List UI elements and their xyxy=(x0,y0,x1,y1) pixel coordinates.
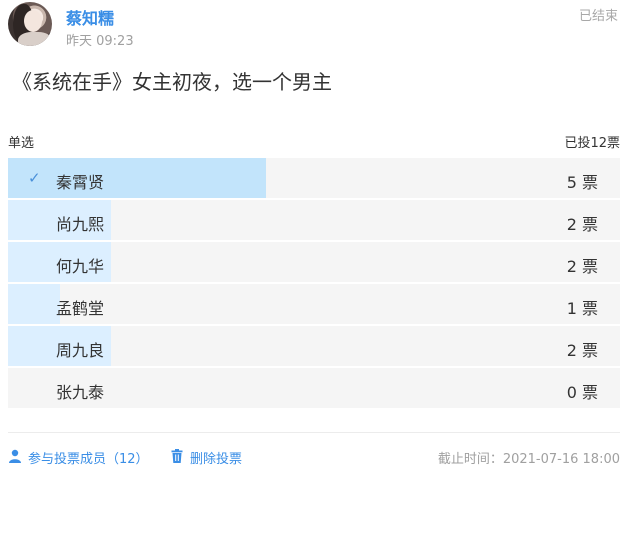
checkmark-icon: ✓ xyxy=(28,169,41,187)
avatar[interactable] xyxy=(8,2,52,46)
poll-option[interactable]: ✓ 秦霄贤 5 票 xyxy=(8,158,620,200)
person-icon xyxy=(8,449,22,467)
avatar-face xyxy=(24,10,42,32)
footer-divider xyxy=(8,432,620,433)
delete-poll-button[interactable]: 删除投票 xyxy=(170,448,242,467)
poll-status: 已结束 xyxy=(578,9,618,24)
option-vote-count: 0 票 xyxy=(566,383,598,402)
option-name: 孟鹤堂 xyxy=(56,299,105,318)
trash-icon xyxy=(170,449,184,467)
delete-label: 删除投票 xyxy=(190,452,243,467)
members-label: 参与投票成员（12） xyxy=(28,452,149,467)
option-name: 周九良 xyxy=(56,341,105,360)
poll-deadline: 截止时间：2021-07-16 18:00 xyxy=(437,452,620,467)
option-name: 何九华 xyxy=(56,257,105,276)
option-name: 尚九熙 xyxy=(56,215,105,234)
post-time: 昨天 09:23 xyxy=(66,34,134,49)
view-members-button[interactable]: 参与投票成员（12） xyxy=(8,448,149,467)
option-vote-count: 5 票 xyxy=(566,173,598,192)
poll-title: 《系统在手》女主初夜，选一个男主 xyxy=(12,70,332,94)
author-name[interactable]: 蔡知糯 xyxy=(66,5,114,29)
avatar-body xyxy=(18,32,52,46)
poll-meta: 单选 已投12票 xyxy=(8,132,620,151)
poll-type-label: 单选 xyxy=(8,136,35,151)
poll-option[interactable]: 孟鹤堂 1 票 xyxy=(8,284,620,326)
option-name: 秦霄贤 xyxy=(56,173,105,192)
poll-footer: 参与投票成员（12） 删除投票 截止时间：2021-07-16 18:00 xyxy=(8,448,620,470)
poll-option[interactable]: 张九泰 0 票 xyxy=(8,368,620,410)
poll-total-label: 已投12票 xyxy=(564,136,620,151)
option-vote-count: 1 票 xyxy=(566,299,598,318)
vote-share-bar xyxy=(8,284,60,324)
poll-option[interactable]: 何九华 2 票 xyxy=(8,242,620,284)
option-vote-count: 2 票 xyxy=(566,215,598,234)
poll-option[interactable]: 尚九熙 2 票 xyxy=(8,200,620,242)
option-vote-count: 2 票 xyxy=(566,341,598,360)
poll-option[interactable]: 周九良 2 票 xyxy=(8,326,620,368)
post-header: 蔡知糯 昨天 09:23 已结束 xyxy=(8,2,632,49)
option-name: 张九泰 xyxy=(56,383,105,402)
vote-share-bar xyxy=(8,158,266,198)
option-vote-count: 2 票 xyxy=(566,257,598,276)
poll-options: ✓ 秦霄贤 5 票 尚九熙 2 票 何九华 2 票 孟鹤堂 1 票 周九良 2 … xyxy=(8,158,620,410)
